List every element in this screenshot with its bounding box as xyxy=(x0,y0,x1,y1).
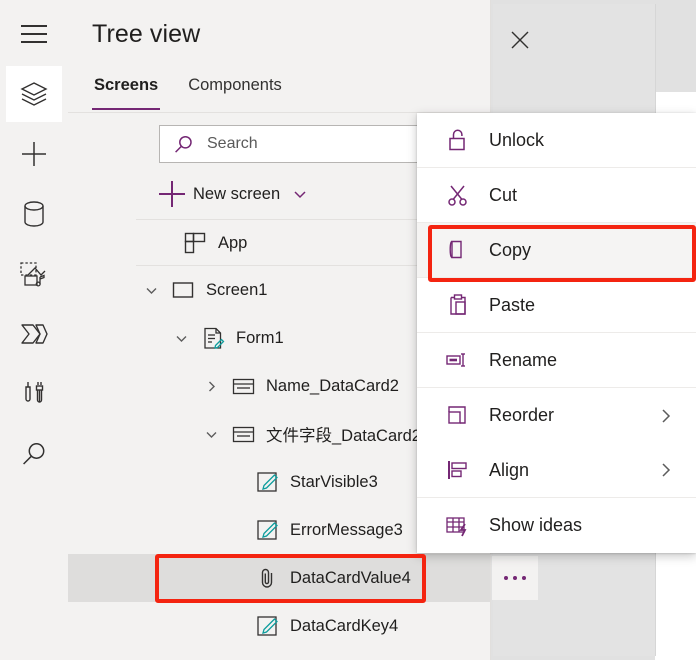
chevron-down-icon[interactable] xyxy=(292,186,308,202)
rename-icon xyxy=(443,349,473,371)
tree-item-label: DataCardValue4 xyxy=(290,568,411,587)
show-ideas-icon xyxy=(443,514,473,538)
power-automate-icon[interactable] xyxy=(6,306,62,362)
ellipsis-dot xyxy=(513,576,517,580)
menu-item-rename[interactable]: Rename xyxy=(417,333,696,388)
menu-item-label: Show ideas xyxy=(489,515,583,535)
chevron-down-icon[interactable] xyxy=(200,423,222,445)
menu-item-cut[interactable]: Cut xyxy=(417,168,696,223)
menu-item-unlock[interactable]: Unlock xyxy=(417,113,696,168)
menu-item-label: Rename xyxy=(489,349,558,370)
tree-item-label: DataCardKey4 xyxy=(290,616,399,635)
tree-item-label: ErrorMessage3 xyxy=(290,520,403,539)
align-left-icon xyxy=(443,459,473,481)
search-input[interactable] xyxy=(205,134,439,154)
menu-item-paste[interactable]: Paste xyxy=(417,278,696,333)
menu-item-align[interactable]: Align xyxy=(417,443,696,498)
chevron-right-icon[interactable] xyxy=(200,375,222,397)
menu-item-show-ideas[interactable]: Show ideas xyxy=(417,498,696,553)
label-edit-icon xyxy=(254,469,280,495)
app-grid-icon xyxy=(182,230,208,256)
menu-item-copy[interactable]: Copy xyxy=(417,223,696,278)
context-menu: Unlock Cut Copy Paste Rename Reorder Ali… xyxy=(417,113,696,553)
hamburger-lines xyxy=(21,25,47,43)
more-options-button[interactable] xyxy=(492,556,538,600)
tree-item-label: Name_DataCard2 xyxy=(266,376,399,395)
menu-item-label: Align xyxy=(489,459,530,480)
variables-tools-icon[interactable] xyxy=(6,366,62,422)
reorder-squares-icon xyxy=(443,404,473,428)
scissors-icon xyxy=(443,183,473,207)
insert-plus-icon[interactable] xyxy=(6,126,62,182)
ellipsis-dot xyxy=(504,576,508,580)
tree-item-label: App xyxy=(218,233,248,252)
search-icon xyxy=(173,134,194,155)
tree-item-label: Form1 xyxy=(236,328,284,347)
form-edit-icon xyxy=(200,325,226,351)
search-rail-icon[interactable] xyxy=(6,426,62,482)
menu-item-label: Paste xyxy=(489,294,536,315)
screen-rect-icon xyxy=(170,277,196,303)
tree-item-datacardkey4[interactable]: DataCardKey4 xyxy=(68,602,490,650)
copy-pages-icon xyxy=(443,238,473,262)
close-icon[interactable] xyxy=(502,22,538,58)
ellipsis-dot xyxy=(522,576,526,580)
menu-item-label: Unlock xyxy=(489,129,545,150)
panel-tabs: Screens Components xyxy=(92,76,310,110)
hamburger-menu-icon[interactable] xyxy=(6,6,62,62)
menu-item-label: Cut xyxy=(489,184,518,205)
tree-item-datacardvalue4[interactable]: DataCardValue4 xyxy=(68,554,490,602)
plus-icon xyxy=(159,181,185,207)
page-title: Tree view xyxy=(92,20,201,48)
menu-item-reorder[interactable]: Reorder xyxy=(417,388,696,443)
new-screen-button[interactable]: New screen xyxy=(159,176,308,212)
data-cylinder-icon[interactable] xyxy=(6,186,62,242)
datacard-icon xyxy=(230,373,256,399)
chevron-down-icon[interactable] xyxy=(140,279,162,301)
clipboard-paste-icon xyxy=(443,293,473,317)
left-rail xyxy=(0,0,69,660)
new-screen-label: New screen xyxy=(193,184,281,203)
tree-item-label: 文件字段_DataCard2 xyxy=(266,427,421,445)
datacard-icon xyxy=(230,421,256,447)
unlock-padlock-icon xyxy=(443,128,473,152)
tab-components[interactable]: Components xyxy=(186,76,284,110)
tab-screens[interactable]: Screens xyxy=(92,76,161,110)
submenu-chevron-right-icon xyxy=(658,407,674,425)
tree-item-label: StarVisible3 xyxy=(290,472,378,491)
label-edit-icon xyxy=(254,517,280,543)
chevron-down-icon[interactable] xyxy=(170,327,192,349)
tree-item-label: Screen1 xyxy=(206,280,268,299)
tree-view-layers-icon[interactable] xyxy=(6,66,62,122)
panel-header: Tree view xyxy=(68,0,490,72)
menu-item-label: Reorder xyxy=(489,405,555,425)
submenu-chevron-right-icon xyxy=(658,461,674,479)
media-icon[interactable] xyxy=(6,246,62,302)
label-edit-icon xyxy=(254,613,280,639)
menu-item-label: Copy xyxy=(489,239,532,260)
attachment-paperclip-icon xyxy=(254,565,280,591)
